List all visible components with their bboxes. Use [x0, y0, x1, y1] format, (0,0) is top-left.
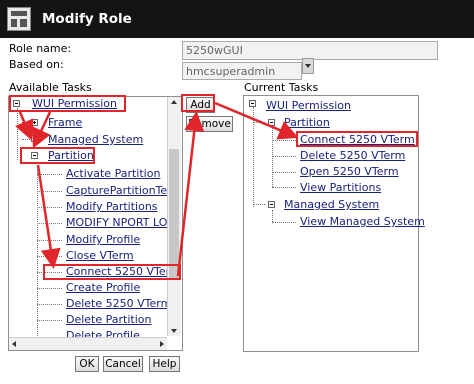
arrow-1 — [15, 111, 34, 141]
arrow-2 — [32, 111, 52, 149]
arrow-4 — [176, 111, 205, 277]
annotation-arrows — [15, 101, 299, 277]
arrow-5 — [214, 101, 299, 140]
arrow-3 — [36, 164, 61, 269]
